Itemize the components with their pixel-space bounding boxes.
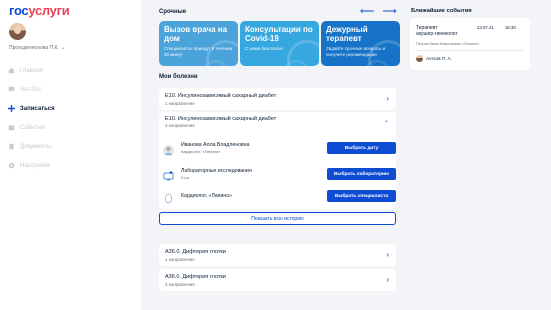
referral-desc: 5 шт. — [181, 175, 191, 180]
patient-avatar — [416, 55, 423, 62]
arrow-left-icon[interactable]: ⟵ — [360, 6, 382, 17]
tile-title: Дежурный терапевт — [326, 25, 368, 43]
tile-title: Консультации по Covid-19 — [245, 25, 313, 43]
disease-row[interactable]: A36.0. Дифтерия глотки 3 направления › — [159, 269, 396, 291]
sidebar-item-label: Документы — [20, 143, 51, 150]
events-title: Ближайшие события — [411, 8, 472, 14]
disease-row-expanded: E10. Инсулинозависимый сахарный диабет 3… — [159, 112, 396, 209]
sidebar-item-chatbot[interactable]: Чат-бот — [0, 80, 141, 99]
event-title: Терапевт акушер-гинеколог — [416, 25, 458, 37]
sidebar-item-label: Чат-бот — [20, 86, 42, 93]
carousel-arrows: ⟵⟶ — [360, 6, 405, 17]
sidebar-item-documents[interactable]: Документы — [0, 137, 141, 156]
event-doctor: Петров Иван Николаевич «Лапино» — [416, 42, 480, 46]
tile-subtitle: Задайте срочные вопросы и получите реком… — [326, 46, 386, 57]
disease-referrals: 1 направление — [165, 257, 195, 262]
user-name: Проходеннонова П.К. — [9, 45, 59, 51]
sidebar-item-settings[interactable]: Настройки — [0, 156, 141, 175]
disease-title: E10. Инсулинозависимый сахарный диабет — [165, 116, 277, 122]
calendar-icon — [8, 124, 15, 131]
disease-referrals: 1 направление — [165, 101, 195, 106]
tile-home-doctor[interactable]: Вызов врача на дом Специалисты приедут в… — [159, 21, 238, 66]
home-icon — [8, 67, 15, 74]
event-time: 16:30 — [505, 25, 516, 30]
plus-icon — [8, 105, 15, 112]
lab-icon — [163, 169, 174, 181]
disease-title: E10. Инсулинозависимый сахарный диабет — [165, 93, 277, 99]
chevron-down-icon[interactable]: ⌄ — [384, 117, 389, 124]
sidebar-item-label: События — [20, 124, 45, 131]
document-icon — [8, 143, 15, 150]
event-patient: Антков П. А. — [426, 56, 452, 61]
doctor-avatar — [163, 143, 174, 156]
event-card[interactable]: Терапевт акушер-гинеколог 23.07.21 16:30… — [410, 18, 530, 70]
choose-date-button[interactable]: Выбрать дату — [327, 142, 396, 154]
choose-specialist-button[interactable]: Выбрать специалиста — [327, 190, 396, 202]
divider — [416, 50, 524, 51]
sidebar: госуслуги Проходеннонова П.К. ⌄ Главная Ч… — [0, 0, 141, 310]
chevron-right-icon: › — [386, 275, 389, 284]
tile-duty-therapist[interactable]: Дежурный терапевт Задайте срочные вопрос… — [321, 21, 400, 66]
disease-row[interactable]: A36.0. Дифтерия глотки 1 направление › — [159, 244, 396, 266]
specialist-icon — [163, 191, 174, 204]
sidebar-item-label: Записаться — [20, 105, 55, 112]
sidebar-item-appointment[interactable]: Записаться — [0, 99, 141, 118]
referral-row: Кардиолог, «Лапино» Выбрать специалиста — [159, 185, 396, 212]
avatar[interactable] — [9, 23, 26, 40]
chevron-down-icon: ⌄ — [60, 45, 66, 51]
disease-referrals: 3 направления — [165, 123, 195, 128]
tile-subtitle: С нами безопасно — [245, 46, 283, 51]
choose-lab-button[interactable]: Выбрать лабораторию — [327, 168, 396, 180]
chevron-right-icon: › — [386, 94, 389, 103]
referral-name: Иванова Алла Владленовна — [181, 142, 250, 148]
disease-referrals: 3 направления — [165, 282, 195, 287]
referral-row: Иванова Алла Владленовна Кардиолог, «Лап… — [159, 137, 396, 164]
disease-title: A36.0. Дифтерия глотки — [165, 249, 226, 255]
sidebar-item-label: Настройки — [20, 162, 50, 169]
chevron-right-icon: › — [386, 250, 389, 259]
tile-subtitle: Специалисты приедут в течении 30 минут — [164, 46, 233, 57]
sidebar-nav: Главная Чат-бот Записаться События Докум… — [0, 61, 141, 175]
tile-covid-consult[interactable]: Консультации по Covid-19 С нами безопасн… — [240, 21, 319, 66]
show-history-button[interactable]: Показать всю историю — [159, 212, 396, 225]
urgent-title: Срочные — [159, 9, 187, 15]
sidebar-item-label: Главная — [20, 67, 43, 74]
sidebar-item-events[interactable]: События — [0, 118, 141, 137]
tile-title: Вызов врача на дом — [164, 25, 228, 43]
referral-name: Кардиолог, «Лапино» — [181, 193, 232, 199]
chat-icon — [8, 86, 15, 93]
event-date: 23.07.21 — [477, 25, 494, 30]
referral-name: Лабораторные исследования — [181, 168, 252, 174]
disease-title: A36.0. Дифтерия глотки — [165, 274, 226, 280]
gear-icon — [8, 162, 15, 169]
disease-row[interactable]: E10. Инсулинозависимый сахарный диабет 1… — [159, 88, 396, 110]
gosuslugi-logo[interactable]: госуслуги — [9, 3, 70, 18]
user-menu[interactable]: Проходеннонова П.К. ⌄ — [9, 45, 65, 51]
diseases-title: Мои болезни — [159, 74, 198, 80]
referral-desc: Кардиолог, «Лапино» — [181, 149, 221, 154]
arrow-right-icon[interactable]: ⟶ — [382, 6, 404, 17]
sidebar-item-home[interactable]: Главная — [0, 61, 141, 80]
